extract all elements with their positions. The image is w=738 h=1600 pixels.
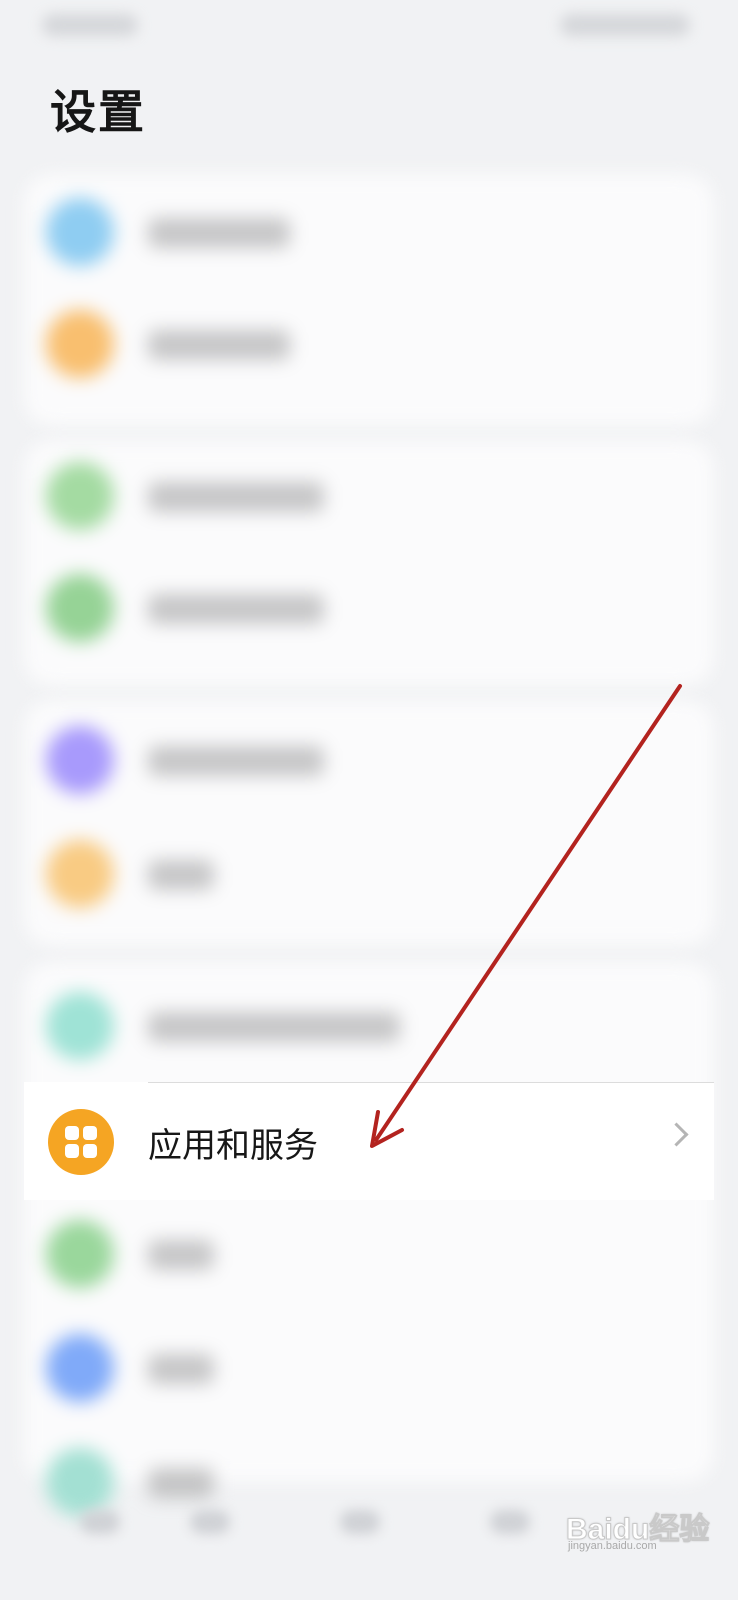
page-title: 设置 [50,85,146,139]
apps-icon-tile [83,1126,97,1140]
blurred-setting-row[interactable] [24,440,714,554]
settings-group-1 [24,174,714,426]
settings-group-3 [24,700,714,946]
bottom-nav-blob [490,1510,530,1534]
blurred-setting-label [148,1354,214,1384]
apps-and-services-label: 应用和服务 [148,1126,318,1166]
apps-icon-tile [65,1126,79,1140]
apps-icon-tile [83,1144,97,1158]
blurred-setting-icon [46,310,114,378]
blurred-setting-label [148,330,290,360]
chevron-right-icon [664,1122,689,1147]
blurred-setting-icon [46,1448,114,1516]
watermark: Baidu经验 jingyan.baidu.com [556,1496,726,1558]
blurred-setting-icon [46,574,114,642]
blurred-setting-label [148,746,324,776]
blurred-setting-icon [46,726,114,794]
blurred-setting-label [148,482,324,512]
blurred-setting-row[interactable] [24,552,714,666]
blurred-setting-label [148,1468,214,1498]
blurred-setting-label [148,1012,400,1042]
row-divider [148,1082,714,1083]
apps-icon [48,1109,114,1175]
bottom-nav-blob [340,1510,380,1534]
apps-icon-tile [65,1144,79,1158]
settings-screen: 设置 应用和服务 Baidu经验 jingyan.baidu.com [0,0,738,1600]
blurred-setting-label [148,218,290,248]
blurred-setting-icon [46,198,114,266]
blurred-setting-icon [46,1334,114,1402]
blurred-setting-row[interactable] [24,1312,714,1426]
blurred-setting-row[interactable] [24,176,714,290]
blurred-setting-icon [46,840,114,908]
settings-group-4 [24,962,714,1516]
blurred-setting-label [148,860,214,890]
blurred-setting-row[interactable] [24,1198,714,1312]
bottom-nav-blob [80,1510,120,1534]
blurred-setting-row[interactable] [24,970,714,1084]
bottom-nav-blob [190,1510,230,1534]
blurred-setting-row[interactable] [24,818,714,932]
blurred-setting-row[interactable] [24,704,714,818]
apps-and-services-row[interactable]: 应用和服务 [24,1082,714,1200]
blurred-setting-row[interactable] [24,288,714,402]
blurred-setting-label [148,1240,214,1270]
blurred-setting-label [148,594,324,624]
watermark-sub: jingyan.baidu.com [568,1540,657,1552]
blurred-setting-icon [46,992,114,1060]
status-bar-right [560,14,690,36]
status-bar-left [42,14,138,36]
settings-group-2 [24,440,714,686]
blurred-setting-icon [46,1220,114,1288]
blurred-setting-icon [46,462,114,530]
